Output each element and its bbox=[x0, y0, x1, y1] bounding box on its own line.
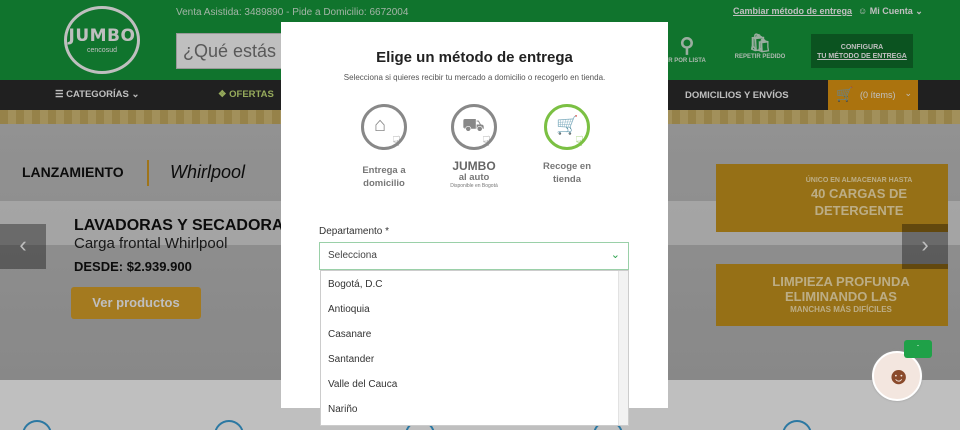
option2-note: Disponible en Bogotá bbox=[450, 183, 498, 189]
dropdown-option[interactable]: Valle del Cauca bbox=[321, 371, 628, 396]
dropdown-option[interactable]: Santander bbox=[321, 346, 628, 371]
department-select[interactable]: Selecciona ⌄ bbox=[319, 242, 629, 270]
chat-avatar[interactable]: ☻ bbox=[872, 351, 922, 401]
modal-subtitle: Selecciona si quieres recibir tu mercado… bbox=[343, 73, 606, 82]
car-pickup-option[interactable]: ⛟ ☟ JUMBO al auto Disponible en Bogotá bbox=[439, 104, 509, 190]
home-delivery-option[interactable]: ⌂ ☟ Entrega a domicilio bbox=[349, 104, 419, 190]
option1-line1: Entrega a bbox=[362, 165, 406, 176]
store-pickup-option[interactable]: 🛒 ☟ Recoge en tienda bbox=[532, 104, 602, 186]
option3-line2: tienda bbox=[553, 174, 581, 185]
hand-pointer-icon: ☟ bbox=[392, 133, 401, 149]
dropdown-option[interactable]: Bogotá, D.C bbox=[321, 271, 628, 296]
home-delivery-icon: ⌂ ☟ bbox=[361, 104, 407, 150]
modal-title: Elige un método de entrega bbox=[376, 49, 573, 66]
option1-line2: domicilio bbox=[363, 178, 405, 189]
department-label: Departamento * bbox=[319, 226, 390, 237]
option2-line1: al auto bbox=[458, 172, 490, 183]
house-icon: ⌂ bbox=[374, 114, 387, 136]
hand-pointer-icon: ☟ bbox=[482, 133, 491, 149]
dropdown-scrollbar[interactable] bbox=[618, 271, 628, 425]
chat-bubble-icon[interactable]: · bbox=[904, 340, 932, 358]
department-dropdown: Bogotá, D.C Antioquia Casanare Santander… bbox=[320, 270, 629, 426]
dropdown-option[interactable]: Antioquia bbox=[321, 296, 628, 321]
hand-pointer-icon: ☟ bbox=[575, 133, 584, 149]
avatar-face-icon: ☻ bbox=[886, 363, 912, 390]
store-pickup-icon: 🛒 ☟ bbox=[544, 104, 590, 150]
chevron-down-icon: ⌄ bbox=[610, 249, 620, 261]
option3-line1: Recoge en bbox=[542, 161, 592, 172]
dropdown-option[interactable]: Casanare bbox=[321, 321, 628, 346]
select-value: Selecciona bbox=[328, 250, 377, 261]
car-pickup-icon: ⛟ ☟ bbox=[451, 104, 497, 150]
dropdown-option[interactable]: Nariño bbox=[321, 396, 628, 421]
